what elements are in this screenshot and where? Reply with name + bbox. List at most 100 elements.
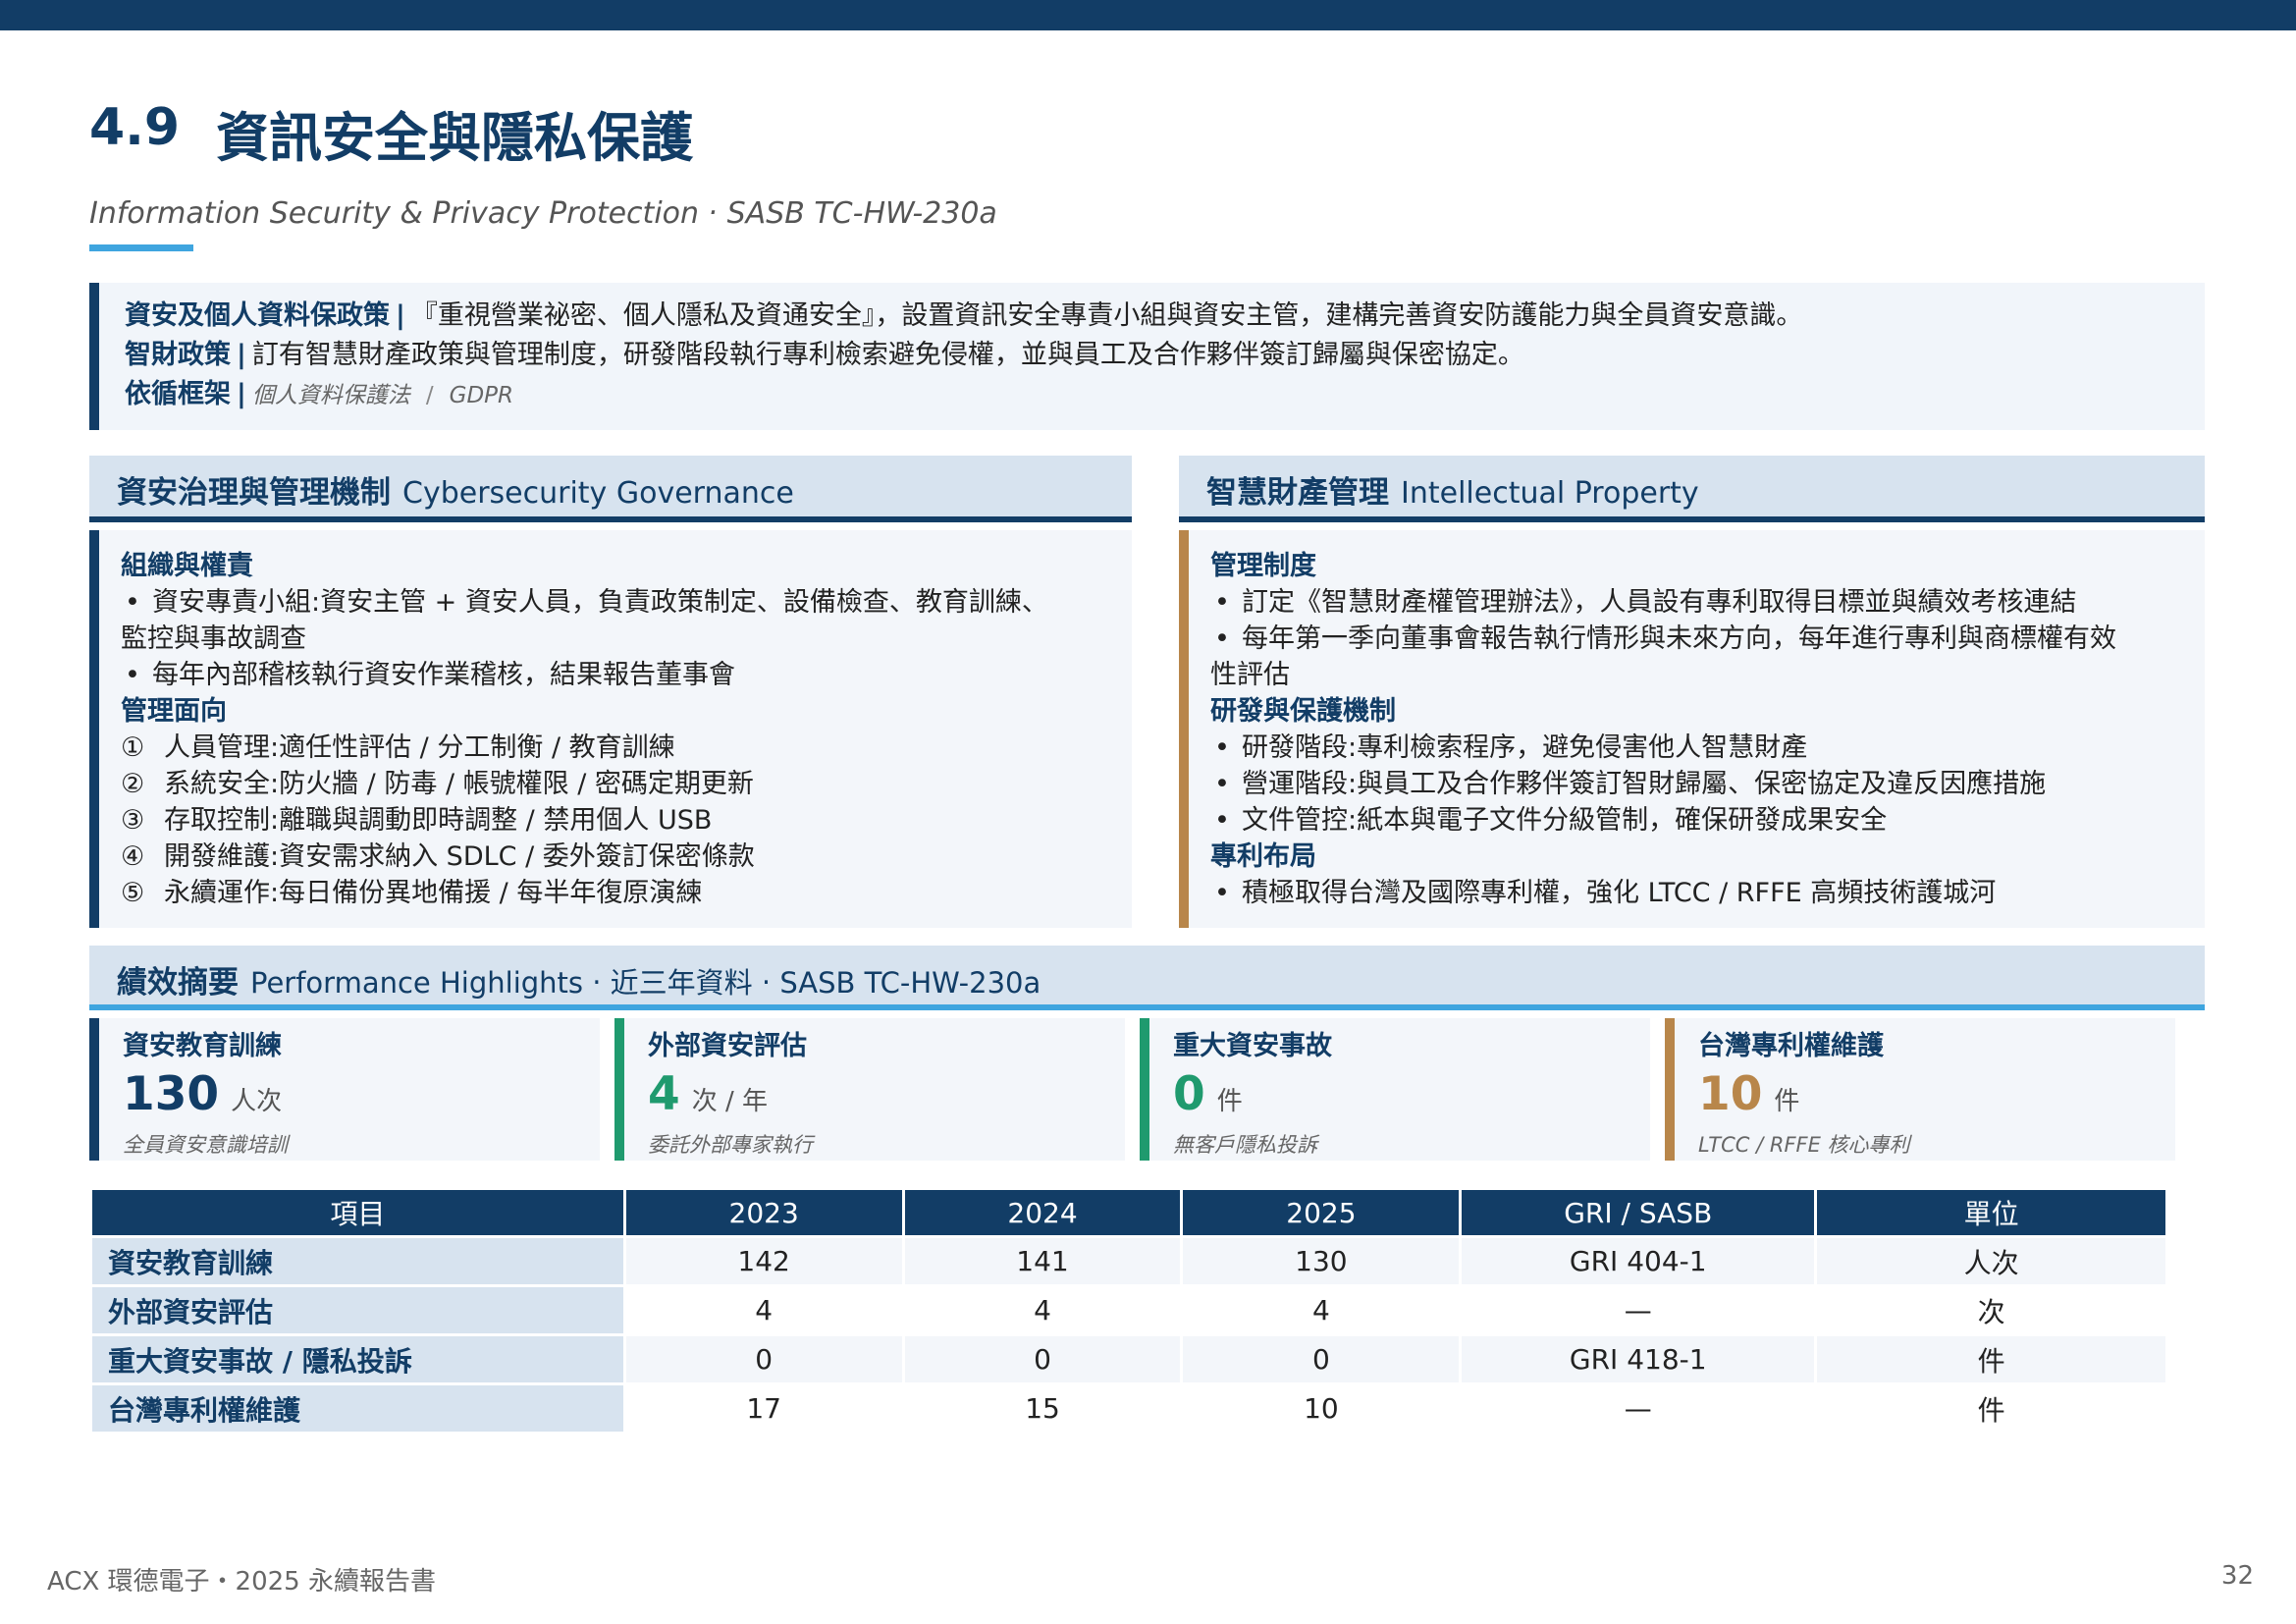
table-cell: 0: [625, 1336, 902, 1382]
column-header: 項目: [92, 1190, 623, 1235]
label-separator: |: [237, 340, 246, 370]
kpi-note: 委託外部專家執行: [648, 1133, 813, 1157]
kpi-value-line: 0件: [1173, 1067, 1650, 1129]
table-row: 資安教育訓練 142 141 130 GRI 404-1 人次: [92, 1238, 2165, 1284]
list-item: • 文件管控:紙本與電子文件分級管制，確保研發成果安全: [1210, 802, 2205, 839]
ip-system-heading: 管理制度: [1210, 551, 1316, 581]
kpi-value-line: 10 件: [1698, 1067, 2175, 1129]
label-separator: |: [237, 379, 246, 409]
table-row: 台灣專利權維護 17 15 10 — 件: [92, 1385, 2165, 1432]
ip-panel: 管理制度 • 訂定《智慧財產權管理辦法》，人員設有專利取得目標並與績效考核連結 •…: [1179, 530, 2205, 928]
row-label: 資安教育訓練: [92, 1238, 623, 1284]
performance-title-en: Performance Highlights ‧ 近三年資料 ‧ SASB TC…: [250, 966, 1041, 1000]
bullet-icon: •: [1214, 623, 1230, 654]
table-cell: 人次: [1817, 1238, 2165, 1284]
kpi-card: 外部資安評估 4 次 / 年 委託外部專家執行: [614, 1018, 1125, 1161]
kpi-value: 10: [1698, 1067, 1763, 1121]
table-cell: —: [1624, 1392, 1652, 1425]
governance-panel: 組織與權責 • 資安專責小組:資安主管 + 資安人員，負責政策制定、設備檢查、教育…: [89, 530, 1132, 928]
table-cell: 10: [1304, 1392, 1339, 1425]
top-banner: [0, 0, 2296, 30]
mgmt-item: ⑤ 永續運作:每日備份異地備援 / 每半年復原演練: [121, 878, 703, 908]
label-separator: |: [396, 300, 405, 331]
subtitle-underline: [89, 244, 193, 251]
policy-row-security: 資安及個人資料保政策 | 『重視營業祕密、個人隱私及資通安全』，設置資訊安全專責小組…: [125, 297, 2205, 336]
org-heading: 組織與權責: [121, 551, 253, 581]
mgmt-item: ③ 存取控制:離職與調動即時調整 / 禁用個人 USB: [121, 805, 713, 836]
row-label: 外部資安評估: [92, 1287, 623, 1333]
bullet-icon: •: [1214, 805, 1230, 836]
kpi-value: 130: [123, 1067, 220, 1121]
kpi-unit: 次 / 年: [691, 1087, 768, 1116]
table-cell: —: [1624, 1294, 1652, 1326]
policy-row-ip: 智財政策 | 訂有智慧財產政策與管理制度，研發階段執行專利檢索避免侵權，並與員工及合…: [125, 336, 2205, 375]
row-label: 台灣專利權維護: [92, 1385, 623, 1432]
list-item: • 資安專責小組:資安主管 + 資安人員，負責政策制定、設備檢查、教育訓練、: [121, 584, 1132, 621]
kpi-value: 0: [1173, 1067, 1205, 1121]
kpi-unit: 人次: [231, 1087, 283, 1116]
ip-rd-heading: 研發與保護機制: [1210, 696, 1396, 727]
table-row: 重大資安事故 / 隱私投訴 0 0 0 GRI 418-1 件: [92, 1336, 2165, 1382]
framework-item: GDPR: [449, 383, 514, 408]
column-header: GRI / SASB: [1462, 1190, 1815, 1235]
ip-title-en: Intellectual Property: [1401, 476, 1699, 511]
policy-label: 智財政策: [125, 340, 231, 370]
table-cell: 17: [746, 1392, 781, 1425]
kpi-card: 重大資安事故 0件 無客戶隱私投訴: [1140, 1018, 1650, 1161]
table-cell: 142: [625, 1238, 902, 1284]
governance-header: 資安治理與管理機制 Cybersecurity Governance: [89, 456, 1132, 522]
policy-text: 訂有智慧財產政策與管理制度，研發階段執行專利檢索避免侵權，並與員工及合作夥伴簽訂…: [251, 340, 1524, 370]
policy-row-framework: 依循框架 | 個人資料保護法 / GDPR: [125, 375, 2205, 415]
kpi-card: 資安教育訓練 130 人次 全員資安意識培訓: [89, 1018, 600, 1161]
governance-title: 資安治理與管理機制: [117, 475, 391, 511]
page-number: 32: [2220, 1561, 2254, 1591]
bullet-icon: •: [125, 660, 140, 690]
table-cell: GRI 404-1: [1462, 1238, 1815, 1284]
bullet-icon: •: [1214, 878, 1230, 908]
table-cell: 15: [1025, 1392, 1060, 1425]
kpi-note: 全員資安意識培訓: [123, 1133, 288, 1157]
mgmt-item: ② 系統安全:防火牆 / 防毒 / 帳號權限 / 密碼定期更新: [121, 769, 754, 799]
kpi-unit: 件: [1774, 1087, 1800, 1116]
page-title: 資訊安全與隱私保護: [216, 107, 693, 169]
table-cell: 件: [1817, 1336, 2165, 1382]
kpi-label: 重大資安事故: [1173, 1031, 1332, 1061]
table-cell: 4: [755, 1294, 774, 1326]
table-row: 外部資安評估 4 4 4 — 次: [92, 1287, 2165, 1333]
kpi-note: LTCC / RFFE 核心專利: [1698, 1133, 1910, 1157]
column-header: 2024: [904, 1190, 1181, 1235]
table-cell: 次: [1977, 1295, 2005, 1328]
kpi-label: 資安教育訓練: [123, 1031, 282, 1061]
governance-title-en: Cybersecurity Governance: [402, 476, 794, 511]
table-cell: GRI 418-1: [1462, 1336, 1815, 1382]
list-item-continuation: 性評估: [1210, 660, 1290, 690]
bullet-icon: •: [125, 587, 140, 618]
performance-title: 績效摘要: [117, 965, 239, 1001]
table-cell: 0: [904, 1336, 1181, 1382]
column-header: 2025: [1183, 1190, 1460, 1235]
kpi-value-line: 130 人次: [123, 1067, 600, 1129]
column-header: 單位: [1817, 1190, 2165, 1235]
table-cell: 0: [1183, 1336, 1460, 1382]
policy-text: 『重視營業祕密、個人隱私及資通安全』，設置資訊安全專責小組與資安主管，建構完善資…: [410, 300, 1803, 331]
kpi-label: 外部資安評估: [648, 1031, 807, 1061]
policy-label: 依循框架: [125, 379, 231, 409]
row-label: 重大資安事故 / 隱私投訴: [92, 1336, 623, 1382]
ip-title: 智慧財產管理: [1206, 475, 1389, 511]
table-cell: 4: [1311, 1294, 1330, 1326]
policy-label: 資安及個人資料保政策: [125, 300, 390, 331]
bullet-icon: •: [1214, 732, 1230, 763]
ip-header: 智慧財產管理 Intellectual Property: [1179, 456, 2205, 522]
table-cell: 4: [1034, 1294, 1051, 1326]
page-subtitle: Information Security & Privacy Protectio…: [89, 196, 997, 231]
list-item: • 營運階段:與員工及合作夥伴簽訂智財歸屬、保密協定及違反因應措施: [1210, 766, 2205, 802]
section-number: 4.9: [89, 98, 181, 157]
kpi-value-line: 4 次 / 年: [648, 1067, 1125, 1129]
framework-divider: /: [425, 383, 434, 408]
table-cell: 141: [904, 1238, 1181, 1284]
table-header-row: 項目 2023 2024 2025 GRI / SASB 單位: [92, 1190, 2165, 1235]
column-header: 2023: [625, 1190, 902, 1235]
bullet-icon: •: [1214, 769, 1230, 799]
mgmt-item: ④ 開發維護:資安需求納入 SDLC / 委外簽訂保密條款: [121, 841, 755, 872]
list-item-continuation: 監控與事故調查: [121, 623, 306, 654]
